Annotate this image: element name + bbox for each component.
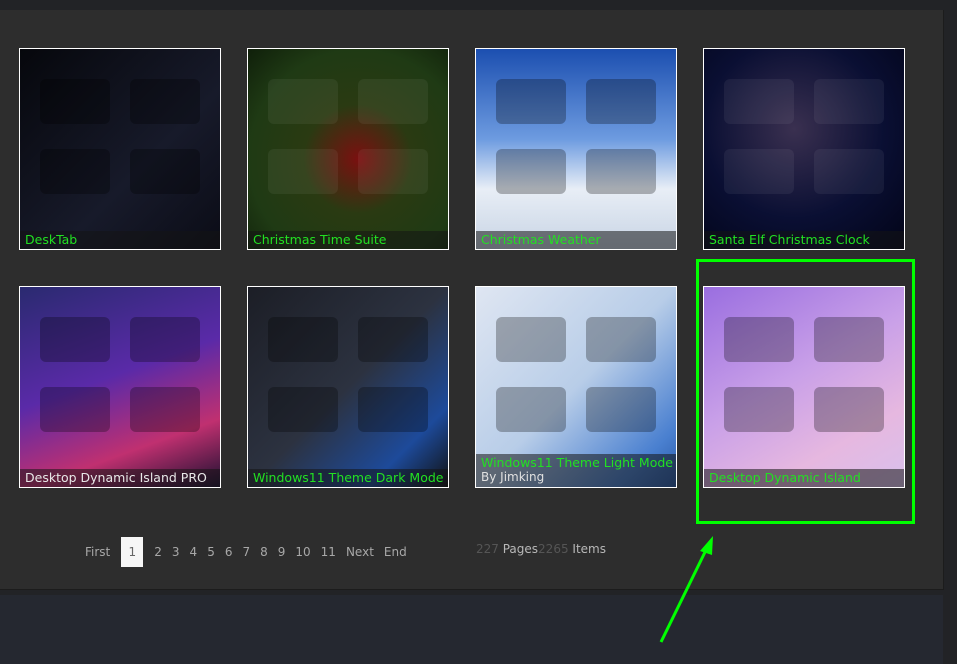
pagination: First 1 2 3 4 5 6 7 8 9 10 11 Next End <box>80 537 412 567</box>
gallery-caption: DeskTab <box>20 231 220 249</box>
gallery-item-title[interactable]: Windows11 Theme Dark Mode <box>253 470 443 485</box>
pager-page-8[interactable]: 8 <box>260 545 268 559</box>
thumbnail-widget <box>496 317 566 362</box>
gallery-item[interactable]: Christmas Weather <box>475 48 677 250</box>
gallery-item-title[interactable]: DeskTab <box>25 232 215 247</box>
thumbnail-image <box>476 49 676 249</box>
gallery-item[interactable]: Desktop Dynamic Island PRO <box>19 286 221 488</box>
pager-page-3[interactable]: 3 <box>172 545 180 559</box>
gallery-item[interactable]: Windows11 Theme Dark Mode <box>247 286 449 488</box>
pager-page-5[interactable]: 5 <box>207 545 215 559</box>
gallery-item-title[interactable]: Desktop Dynamic Island <box>709 470 899 485</box>
thumbnail-widget <box>268 79 338 124</box>
thumbnail-widget <box>814 149 884 194</box>
pages-count: 227 <box>476 542 499 556</box>
thumbnail-widget <box>814 79 884 124</box>
thumbnail-widget <box>130 149 200 194</box>
pager-page-11[interactable]: 11 <box>321 545 336 559</box>
thumbnail-widget <box>586 149 656 194</box>
thumbnail-widget <box>724 79 794 124</box>
thumbnail-widget <box>40 79 110 124</box>
gallery-caption: Santa Elf Christmas Clock <box>704 231 904 249</box>
gallery-caption: Desktop Dynamic Island PRO <box>20 469 220 487</box>
thumbnail-widget <box>586 387 656 432</box>
gallery-item-title[interactable]: Desktop Dynamic Island PRO <box>25 470 215 485</box>
pager-first[interactable]: First <box>85 545 110 559</box>
pages-label: Pages <box>502 542 539 556</box>
thumbnail-widget <box>814 317 884 362</box>
thumbnail-widget <box>130 79 200 124</box>
pager-page-4[interactable]: 4 <box>190 545 198 559</box>
gallery-item[interactable]: Windows11 Theme Light Mode By Jimking <box>475 286 677 488</box>
gallery-item-title[interactable]: Santa Elf Christmas Clock <box>709 232 899 247</box>
thumbnail-widget <box>586 79 656 124</box>
thumbnail-widget <box>40 317 110 362</box>
thumbnail-image <box>248 287 448 487</box>
result-stats: 227 Pages2265 Items <box>476 542 606 556</box>
gallery-item[interactable]: Christmas Time Suite <box>247 48 449 250</box>
thumbnail-image <box>20 287 220 487</box>
items-label: Items <box>572 542 606 556</box>
thumbnail-image <box>20 49 220 249</box>
items-count: 2265 <box>538 542 569 556</box>
gallery-caption: Christmas Weather <box>476 231 676 249</box>
pager-end[interactable]: End <box>384 545 407 559</box>
pager-page-7[interactable]: 7 <box>242 545 250 559</box>
thumbnail-widget <box>358 79 428 124</box>
thumbnail-image <box>704 49 904 249</box>
thumbnail-widget <box>268 387 338 432</box>
thumbnail-widget <box>358 387 428 432</box>
thumbnail-widget <box>40 149 110 194</box>
gallery-item-title[interactable]: Christmas Weather <box>481 232 671 247</box>
gallery-item[interactable]: DeskTab <box>19 48 221 250</box>
thumbnail-image <box>704 287 904 487</box>
gallery-item[interactable]: Desktop Dynamic Island <box>703 286 905 488</box>
thumbnail-widget <box>358 149 428 194</box>
gallery-caption: Christmas Time Suite <box>248 231 448 249</box>
gallery-item-author: By Jimking <box>481 470 545 484</box>
thumbnail-widget <box>586 317 656 362</box>
thumbnail-widget <box>814 387 884 432</box>
thumbnail-widget <box>358 317 428 362</box>
thumbnail-widget <box>724 387 794 432</box>
pager-page-10[interactable]: 10 <box>295 545 310 559</box>
thumbnail-widget <box>130 317 200 362</box>
pager-page-6[interactable]: 6 <box>225 545 233 559</box>
footer-bar <box>0 595 943 664</box>
thumbnail-widget <box>268 317 338 362</box>
gallery-caption: Windows11 Theme Dark Mode <box>248 469 448 487</box>
thumbnail-widget <box>496 149 566 194</box>
pager-page-2[interactable]: 2 <box>154 545 162 559</box>
pager-page-9[interactable]: 9 <box>278 545 286 559</box>
pager-next[interactable]: Next <box>346 545 374 559</box>
gallery-caption: Windows11 Theme Light Mode By Jimking <box>476 454 676 487</box>
thumbnail-widget <box>496 387 566 432</box>
thumbnail-widget <box>268 149 338 194</box>
thumbnail-widget <box>130 387 200 432</box>
gallery-item[interactable]: Santa Elf Christmas Clock <box>703 48 905 250</box>
gallery-item-title[interactable]: Christmas Time Suite <box>253 232 443 247</box>
thumbnail-widget <box>496 79 566 124</box>
thumbnail-widget <box>40 387 110 432</box>
pager-page-1[interactable]: 1 <box>121 537 144 567</box>
thumbnail-widget <box>724 149 794 194</box>
gallery-caption: Desktop Dynamic Island <box>704 469 904 487</box>
gallery-item-title[interactable]: Windows11 Theme Light Mode <box>481 455 673 470</box>
thumbnail-widget <box>724 317 794 362</box>
thumbnail-image <box>248 49 448 249</box>
